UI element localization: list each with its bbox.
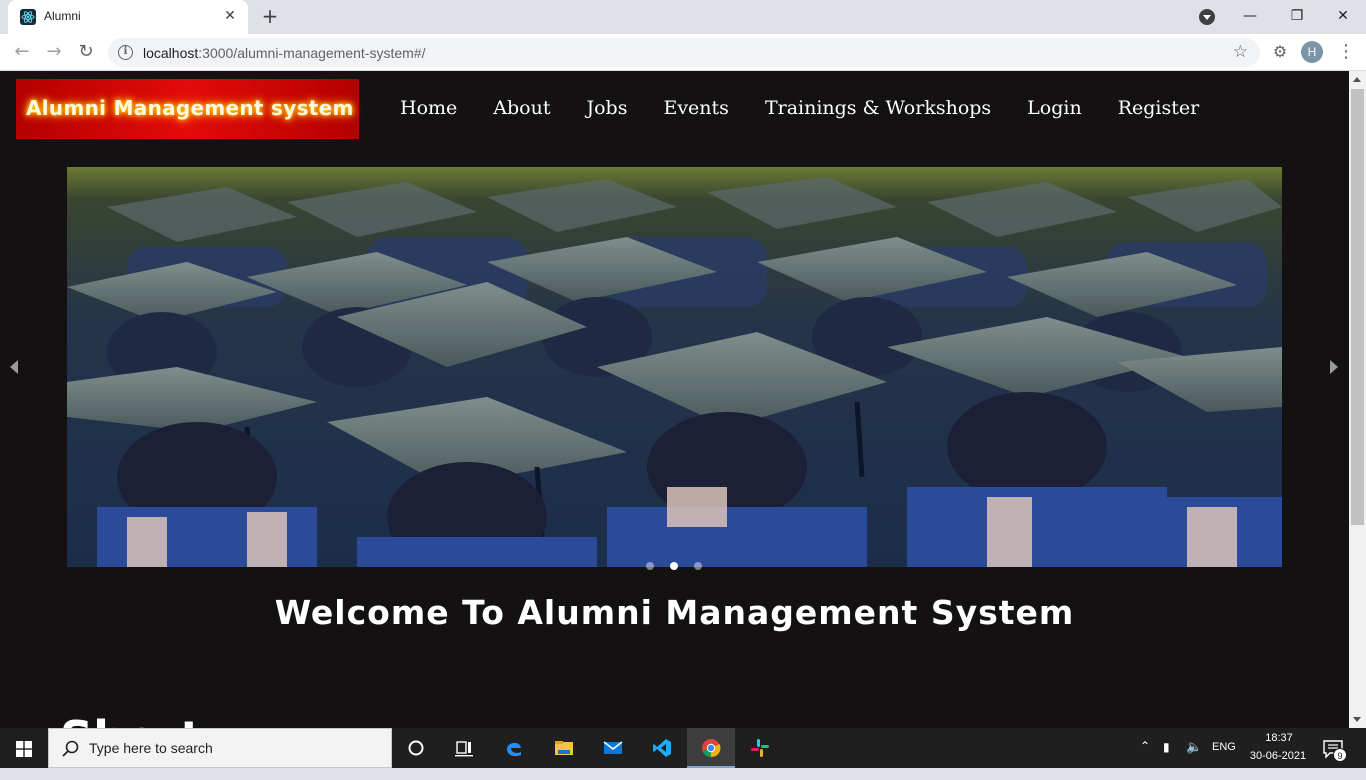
task-view-button[interactable] bbox=[440, 728, 488, 768]
close-window-button[interactable]: ✕ bbox=[1331, 5, 1355, 27]
kebab-menu-icon[interactable]: ⋮ bbox=[1337, 41, 1355, 63]
carousel-next-icon[interactable] bbox=[1320, 167, 1350, 567]
profile-avatar[interactable]: H bbox=[1301, 41, 1323, 63]
windows-taskbar: Type here to search ⌃ ▮ 🔈 ENG 18:37 30-0… bbox=[0, 728, 1366, 768]
windows-logo-icon bbox=[16, 741, 32, 757]
brand-logo[interactable]: Alumni Management system bbox=[16, 79, 359, 139]
scroll-thumb[interactable] bbox=[1351, 89, 1364, 525]
next-section-heading: Short bbox=[60, 711, 202, 728]
forward-arrow-icon[interactable]: → bbox=[42, 41, 66, 65]
edge-icon bbox=[507, 742, 521, 757]
url-text[interactable]: localhost:3000/alumni-management-system#… bbox=[143, 45, 426, 61]
brand-text: Alumni Management system bbox=[26, 96, 354, 120]
reload-icon[interactable]: ↻ bbox=[74, 41, 98, 65]
back-arrow-icon[interactable]: ← bbox=[10, 41, 34, 65]
task-view-icon bbox=[455, 741, 473, 757]
bookmark-star-icon[interactable]: ☆ bbox=[1233, 42, 1248, 62]
notification-count-badge: 9 bbox=[1333, 748, 1347, 762]
cortana-button[interactable] bbox=[392, 728, 440, 768]
tab-close-icon[interactable]: ✕ bbox=[222, 8, 238, 24]
search-placeholder: Type here to search bbox=[89, 740, 213, 756]
main-nav: Home About Jobs Events Trainings & Works… bbox=[400, 97, 1199, 123]
graduation-caps-photo bbox=[67, 167, 1282, 567]
react-favicon-icon bbox=[20, 9, 36, 25]
page-viewport: Alumni Management system Home About Jobs… bbox=[0, 71, 1366, 728]
volume-icon[interactable]: 🔈 bbox=[1186, 739, 1202, 779]
scroll-up-icon[interactable] bbox=[1349, 71, 1366, 88]
extensions-puzzle-icon[interactable]: ⚙ bbox=[1270, 42, 1290, 62]
page-scrollbar[interactable] bbox=[1349, 71, 1366, 728]
clock-date[interactable]: 30-06-2021 bbox=[1248, 750, 1308, 762]
clock-time[interactable]: 18:37 bbox=[1264, 732, 1294, 744]
battery-icon[interactable]: ▮ bbox=[1163, 740, 1170, 780]
vscode-icon bbox=[653, 739, 671, 757]
minimize-button[interactable]: — bbox=[1238, 5, 1262, 27]
new-tab-button[interactable]: + bbox=[258, 5, 282, 29]
mail-icon bbox=[603, 741, 623, 754]
nav-trainings[interactable]: Trainings & Workshops bbox=[765, 97, 991, 123]
file-explorer-button[interactable] bbox=[540, 728, 588, 768]
chrome-icon bbox=[702, 739, 721, 758]
carousel-indicator-2[interactable] bbox=[670, 562, 678, 570]
nav-register[interactable]: Register bbox=[1118, 97, 1200, 123]
search-icon bbox=[62, 740, 79, 757]
restore-button[interactable]: ❐ bbox=[1285, 5, 1309, 27]
tray-chevron-icon[interactable]: ⌃ bbox=[1140, 739, 1150, 779]
nav-about[interactable]: About bbox=[493, 97, 550, 123]
nav-jobs[interactable]: Jobs bbox=[586, 97, 627, 123]
tab-search-icon[interactable] bbox=[1199, 9, 1215, 25]
cortana-circle-icon bbox=[408, 740, 424, 756]
carousel-slide-image bbox=[67, 167, 1282, 567]
taskbar-search-box[interactable]: Type here to search bbox=[48, 728, 392, 768]
tab-title: Alumni bbox=[44, 9, 81, 23]
nav-home[interactable]: Home bbox=[400, 97, 457, 123]
vscode-button[interactable] bbox=[638, 728, 686, 768]
slack-icon bbox=[751, 739, 769, 757]
scroll-down-icon[interactable] bbox=[1349, 711, 1366, 728]
browser-tab[interactable]: Alumni ✕ bbox=[8, 0, 248, 34]
carousel-prev-icon[interactable] bbox=[0, 167, 30, 567]
address-bar[interactable]: i localhost:3000/alumni-management-syste… bbox=[108, 38, 1260, 67]
language-indicator[interactable]: ENG bbox=[1212, 741, 1236, 753]
carousel-indicators bbox=[646, 562, 702, 570]
nav-events[interactable]: Events bbox=[663, 97, 728, 123]
carousel-indicator-1[interactable] bbox=[646, 562, 654, 570]
carousel-indicator-3[interactable] bbox=[694, 562, 702, 570]
site-info-icon[interactable]: i bbox=[118, 45, 133, 60]
welcome-heading: Welcome To Alumni Management System bbox=[274, 593, 1075, 632]
nav-login[interactable]: Login bbox=[1027, 97, 1082, 123]
edge-taskbar-button[interactable] bbox=[490, 728, 538, 768]
mail-button[interactable] bbox=[589, 728, 637, 768]
folder-icon bbox=[555, 741, 573, 755]
chrome-button[interactable] bbox=[687, 728, 735, 768]
tab-strip: Alumni ✕ + — ❐ ✕ bbox=[0, 0, 1366, 34]
slack-button[interactable] bbox=[736, 728, 784, 768]
browser-toolbar: ← → ↻ i localhost:3000/alumni-management… bbox=[0, 34, 1366, 71]
start-button[interactable] bbox=[0, 728, 48, 768]
